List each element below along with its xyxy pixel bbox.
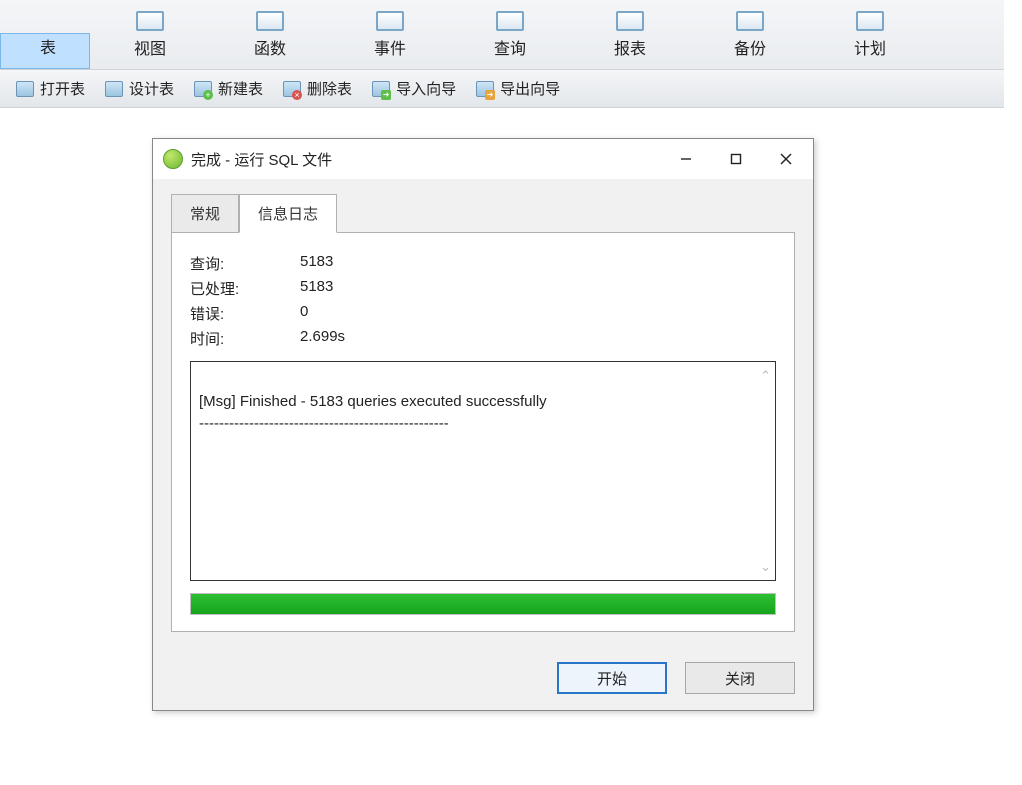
window-buttons — [661, 141, 811, 177]
nav-query[interactable]: 查询 — [450, 11, 570, 69]
export-wizard-button[interactable]: 导出向导 — [468, 74, 568, 103]
stats-query-label: 查询: — [190, 253, 300, 274]
stats-query-value: 5183 — [300, 253, 776, 274]
start-button[interactable]: 开始 — [557, 662, 667, 694]
design-table-label: 设计表 — [129, 78, 174, 99]
log-text: [Msg] Finished - 5183 queries executed s… — [199, 393, 547, 433]
nav-view[interactable]: 视图 — [90, 11, 210, 69]
nav-query-icon — [496, 11, 524, 31]
design-table-button[interactable]: 设计表 — [97, 74, 182, 103]
navicat-icon — [163, 149, 183, 169]
import-wizard-button[interactable]: 导入向导 — [364, 74, 464, 103]
stats-grid: 查询: 5183 已处理: 5183 错误: 0 时间: 2.699s — [190, 253, 776, 349]
stats-processed-label: 已处理: — [190, 278, 300, 299]
delete-table-icon — [283, 81, 301, 97]
new-table-label: 新建表 — [218, 78, 263, 99]
nav-backup[interactable]: 备份 — [690, 11, 810, 69]
open-table-label: 打开表 — [40, 78, 85, 99]
maximize-button[interactable] — [711, 141, 761, 177]
nav-table[interactable]: 表 — [0, 33, 90, 69]
nav-report-icon — [616, 11, 644, 31]
nav-report[interactable]: 报表 — [570, 11, 690, 69]
nav-query-label: 查询 — [494, 35, 526, 59]
export-wizard-icon — [476, 81, 494, 97]
nav-schedule[interactable]: 计划 — [810, 11, 930, 69]
nav-backup-label: 备份 — [734, 35, 766, 59]
new-table-icon — [194, 81, 212, 97]
nav-schedule-icon — [856, 11, 884, 31]
import-wizard-label: 导入向导 — [396, 78, 456, 99]
import-wizard-icon — [372, 81, 390, 97]
nav-function-label: 函数 — [254, 35, 286, 59]
open-table-button[interactable]: 打开表 — [8, 74, 93, 103]
nav-function-icon — [256, 11, 284, 31]
close-button[interactable] — [761, 141, 811, 177]
close-dialog-button[interactable]: 关闭 — [685, 662, 795, 694]
table-action-toolbar: 打开表 设计表 新建表 删除表 导入向导 导出向导 — [0, 70, 1004, 108]
dialog-body: 常规信息日志 查询: 5183 已处理: 5183 错误: 0 时间: 2.69… — [153, 179, 813, 646]
export-wizard-label: 导出向导 — [500, 78, 560, 99]
log-textarea[interactable]: [Msg] Finished - 5183 queries executed s… — [190, 361, 776, 581]
stats-time-label: 时间: — [190, 328, 300, 349]
open-table-icon — [16, 81, 34, 97]
nav-view-icon — [136, 11, 164, 31]
nav-event-label: 事件 — [374, 35, 406, 59]
design-table-icon — [105, 81, 123, 97]
run-sql-dialog: 完成 - 运行 SQL 文件 常规信息日志 查询: 5183 已处理: 5183… — [152, 138, 814, 711]
tab-general[interactable]: 常规 — [171, 194, 239, 233]
delete-table-label: 删除表 — [307, 78, 352, 99]
dialog-footer: 开始 关闭 — [153, 646, 813, 710]
nav-function[interactable]: 函数 — [210, 11, 330, 69]
nav-event[interactable]: 事件 — [330, 11, 450, 69]
main-toolbar: 表 视图 函数 事件 查询 报表 备份 计划 — [0, 0, 1004, 70]
dialog-title: 完成 - 运行 SQL 文件 — [191, 149, 661, 170]
scroll-down-icon[interactable]: ⌄ — [760, 557, 771, 577]
nav-view-label: 视图 — [134, 35, 166, 59]
delete-table-button[interactable]: 删除表 — [275, 74, 360, 103]
stats-processed-value: 5183 — [300, 278, 776, 299]
minimize-button[interactable] — [661, 141, 711, 177]
nav-backup-icon — [736, 11, 764, 31]
tabstrip: 常规信息日志 — [171, 193, 795, 232]
nav-event-icon — [376, 11, 404, 31]
nav-schedule-label: 计划 — [854, 35, 886, 59]
stats-error-label: 错误: — [190, 303, 300, 324]
tab-log[interactable]: 信息日志 — [239, 194, 337, 233]
nav-table-label: 表 — [40, 34, 56, 58]
nav-report-label: 报表 — [614, 35, 646, 59]
scroll-up-icon[interactable]: ⌃ — [760, 366, 771, 386]
stats-time-value: 2.699s — [300, 328, 776, 349]
new-table-button[interactable]: 新建表 — [186, 74, 271, 103]
log-tab-panel: 查询: 5183 已处理: 5183 错误: 0 时间: 2.699s [Msg… — [171, 232, 795, 632]
dialog-titlebar[interactable]: 完成 - 运行 SQL 文件 — [153, 139, 813, 179]
stats-error-value: 0 — [300, 303, 776, 324]
progress-fill — [191, 594, 775, 614]
progress-bar — [190, 593, 776, 615]
